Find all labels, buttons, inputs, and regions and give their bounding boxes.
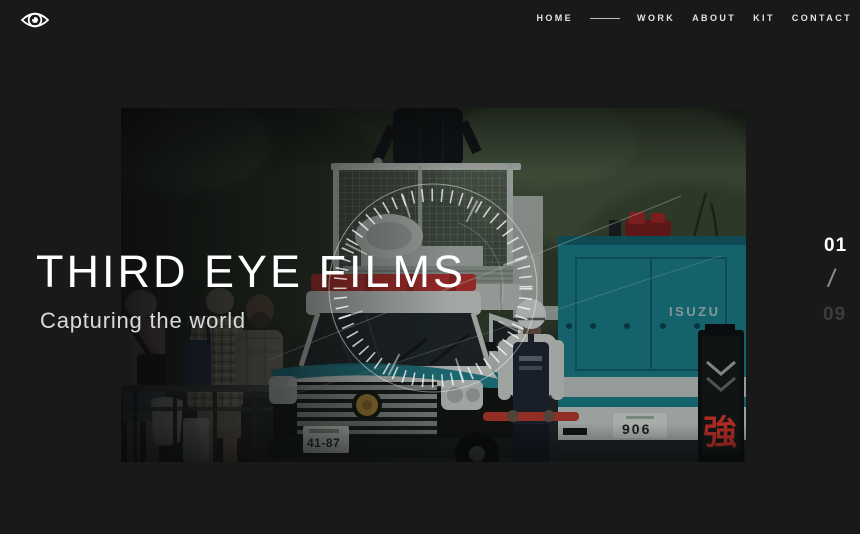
nav-item-about[interactable]: ABOUT bbox=[692, 13, 736, 23]
nav-item-contact[interactable]: CONTACT bbox=[792, 13, 852, 23]
pagination-separator: / bbox=[826, 263, 837, 295]
eye-logo-icon[interactable] bbox=[20, 9, 50, 31]
nav-item-kit[interactable]: KIT bbox=[753, 13, 775, 23]
landing-page: { "page": { "background": "#191919" }, "… bbox=[0, 0, 860, 534]
page-title: THIRD EYE FILMS bbox=[36, 249, 466, 294]
active-nav-indicator bbox=[590, 18, 620, 19]
nav-item-work[interactable]: WORK bbox=[637, 13, 675, 23]
nav-item-home[interactable]: HOME bbox=[536, 13, 573, 23]
pagination-current: 01 bbox=[824, 235, 847, 257]
pagination-total: 09 bbox=[823, 304, 846, 326]
main-nav: HOME WORK ABOUT KIT CONTACT bbox=[536, 13, 852, 23]
page-subtitle: Capturing the world bbox=[40, 309, 246, 333]
